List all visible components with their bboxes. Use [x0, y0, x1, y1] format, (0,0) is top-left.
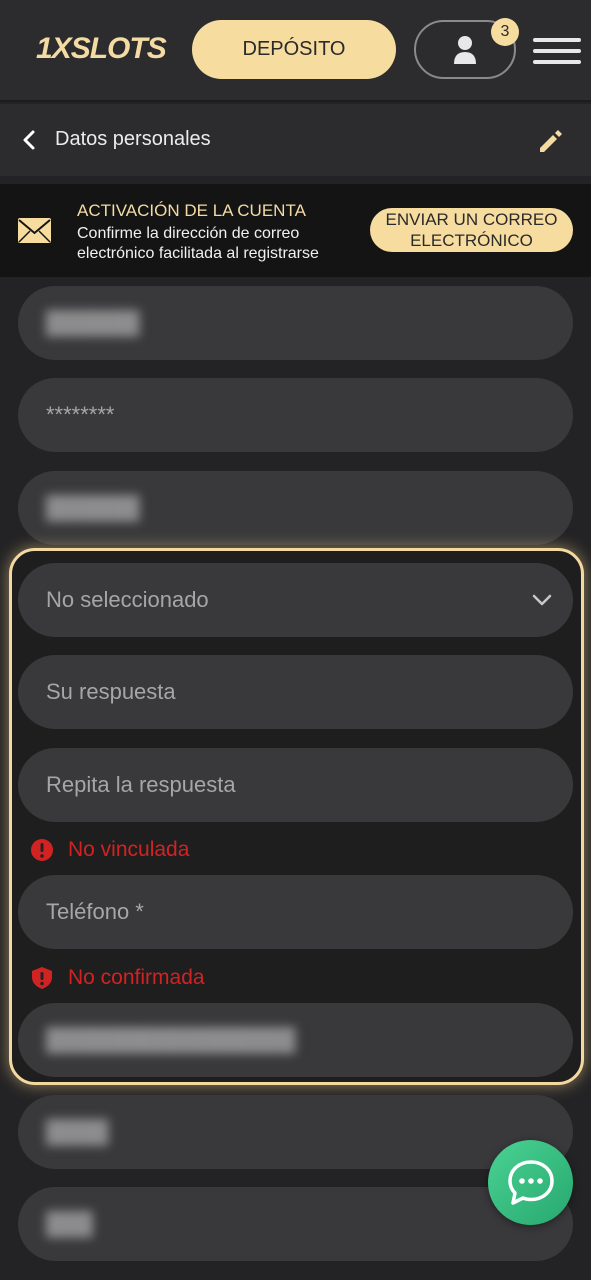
blurred-value: ███ [46, 1211, 93, 1236]
phone-status: No vinculada [30, 838, 189, 862]
banner-title: ACTIVACIÓN DE LA CUENTA [77, 201, 306, 220]
blurred-value: ██████ [46, 310, 140, 335]
chevron-down-icon [532, 594, 552, 606]
top-header: 1XSLOTS DEPÓSITO 3 [0, 0, 591, 102]
email-status: No confirmada [30, 966, 205, 990]
blurred-value: ████ [46, 1119, 109, 1144]
chat-button[interactable] [488, 1140, 573, 1225]
send-email-button[interactable]: ENVIAR UN CORREO ELECTRÓNICO [370, 208, 573, 252]
chat-bubble-icon [507, 1159, 554, 1205]
user-icon [454, 35, 476, 64]
page-subbar: Datos personales [0, 104, 591, 176]
banner-description: Confirme la dirección de correo electrón… [77, 225, 319, 262]
email-field[interactable]: ████████████████ [18, 1003, 573, 1077]
page-title: Datos personales [55, 128, 211, 150]
security-question-select[interactable]: No seleccionado [18, 563, 573, 637]
envelope-icon [18, 218, 51, 243]
country-field[interactable]: ████ [18, 1095, 573, 1169]
shield-alert-icon [32, 967, 52, 989]
email-status-text: No confirmada [68, 966, 205, 989]
notification-badge: 3 [491, 18, 519, 46]
repeat-answer-input[interactable]: Repita la respuesta [18, 748, 573, 822]
phone-status-text: No vinculada [68, 838, 190, 861]
password-value: ******** [46, 402, 115, 427]
phone-placeholder: Teléfono * [46, 899, 144, 924]
exclamation-circle-icon [31, 839, 53, 861]
pencil-icon[interactable] [536, 126, 566, 156]
blurred-value: ██████ [46, 495, 140, 520]
birthdate-field[interactable]: ██████ [18, 471, 573, 545]
answer-placeholder: Su respuesta [46, 679, 176, 704]
city-field[interactable]: ███ [18, 1187, 573, 1261]
chevron-left-icon[interactable] [16, 126, 44, 154]
repeat-answer-placeholder: Repita la respuesta [46, 772, 236, 797]
brand-logo[interactable]: 1XSLOTS [36, 32, 167, 66]
name-field[interactable]: ██████ [18, 286, 573, 360]
answer-input[interactable]: Su respuesta [18, 655, 573, 729]
hamburger-icon[interactable] [533, 38, 581, 64]
select-value: No seleccionado [46, 587, 209, 612]
password-field[interactable]: ******** [18, 378, 573, 452]
deposit-button[interactable]: DEPÓSITO [192, 20, 396, 79]
phone-input[interactable]: Teléfono * [18, 875, 573, 949]
blurred-value: ████████████████ [46, 1027, 296, 1052]
